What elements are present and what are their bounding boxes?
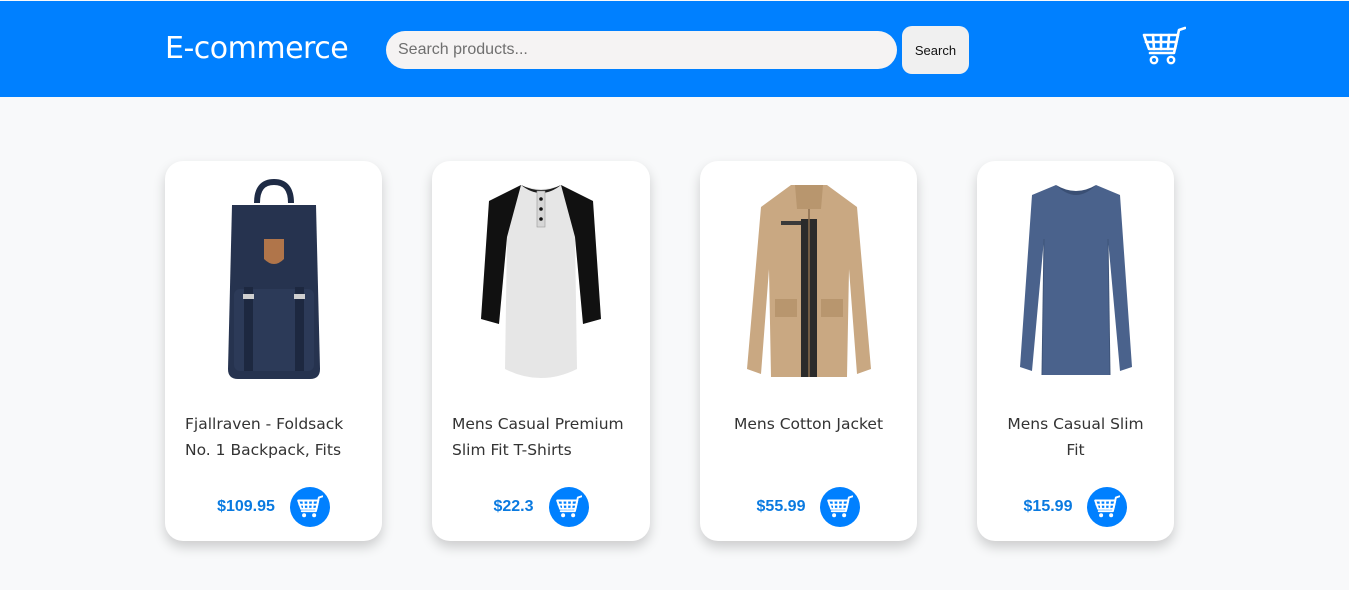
shopping-cart-icon [297,495,323,518]
product-footer: $22.3 [432,486,650,528]
site-logo[interactable]: E-commerce [165,31,349,67]
add-to-cart-button[interactable] [548,487,589,527]
add-to-cart-button[interactable] [289,487,330,527]
product-title[interactable]: Mens Casual Slim Fit [997,411,1154,463]
shopping-cart-icon [555,495,582,518]
top-navbar: E-commerce Search [0,1,1349,97]
product-footer: $55.99 [700,486,917,528]
product-card[interactable]: Mens Casual Premium Slim Fit T-Shirts $2… [432,161,650,541]
product-image-longsleeve[interactable] [977,179,1174,384]
search-input[interactable] [386,31,897,69]
product-image-tshirt[interactable] [432,179,650,384]
product-title[interactable]: Fjallraven - Foldsack No. 1 Backpack, Fi… [185,411,362,463]
product-price: $22.3 [493,498,534,515]
product-image-jacket[interactable] [700,179,917,384]
product-image-backpack[interactable] [165,179,382,384]
product-title[interactable]: Mens Casual Premium Slim Fit T-Shirts [452,411,630,463]
shopping-cart-icon[interactable] [1142,26,1187,66]
product-footer: $109.95 [165,486,382,528]
product-card[interactable]: Mens Casual Slim Fit $15.99 [977,161,1174,541]
shopping-cart-icon [1094,495,1121,518]
add-to-cart-button[interactable] [1087,487,1128,527]
product-price: $109.95 [217,498,275,515]
product-title[interactable]: Mens Cotton Jacket [720,411,897,463]
add-to-cart-button[interactable] [820,487,861,527]
product-footer: $15.99 [977,486,1174,528]
search-button[interactable]: Search [902,26,969,74]
product-card[interactable]: Fjallraven - Foldsack No. 1 Backpack, Fi… [165,161,382,541]
product-card[interactable]: Mens Cotton Jacket $55.99 [700,161,917,541]
product-price: $15.99 [1023,498,1073,515]
product-price: $55.99 [756,498,806,515]
shopping-cart-icon [827,495,854,518]
